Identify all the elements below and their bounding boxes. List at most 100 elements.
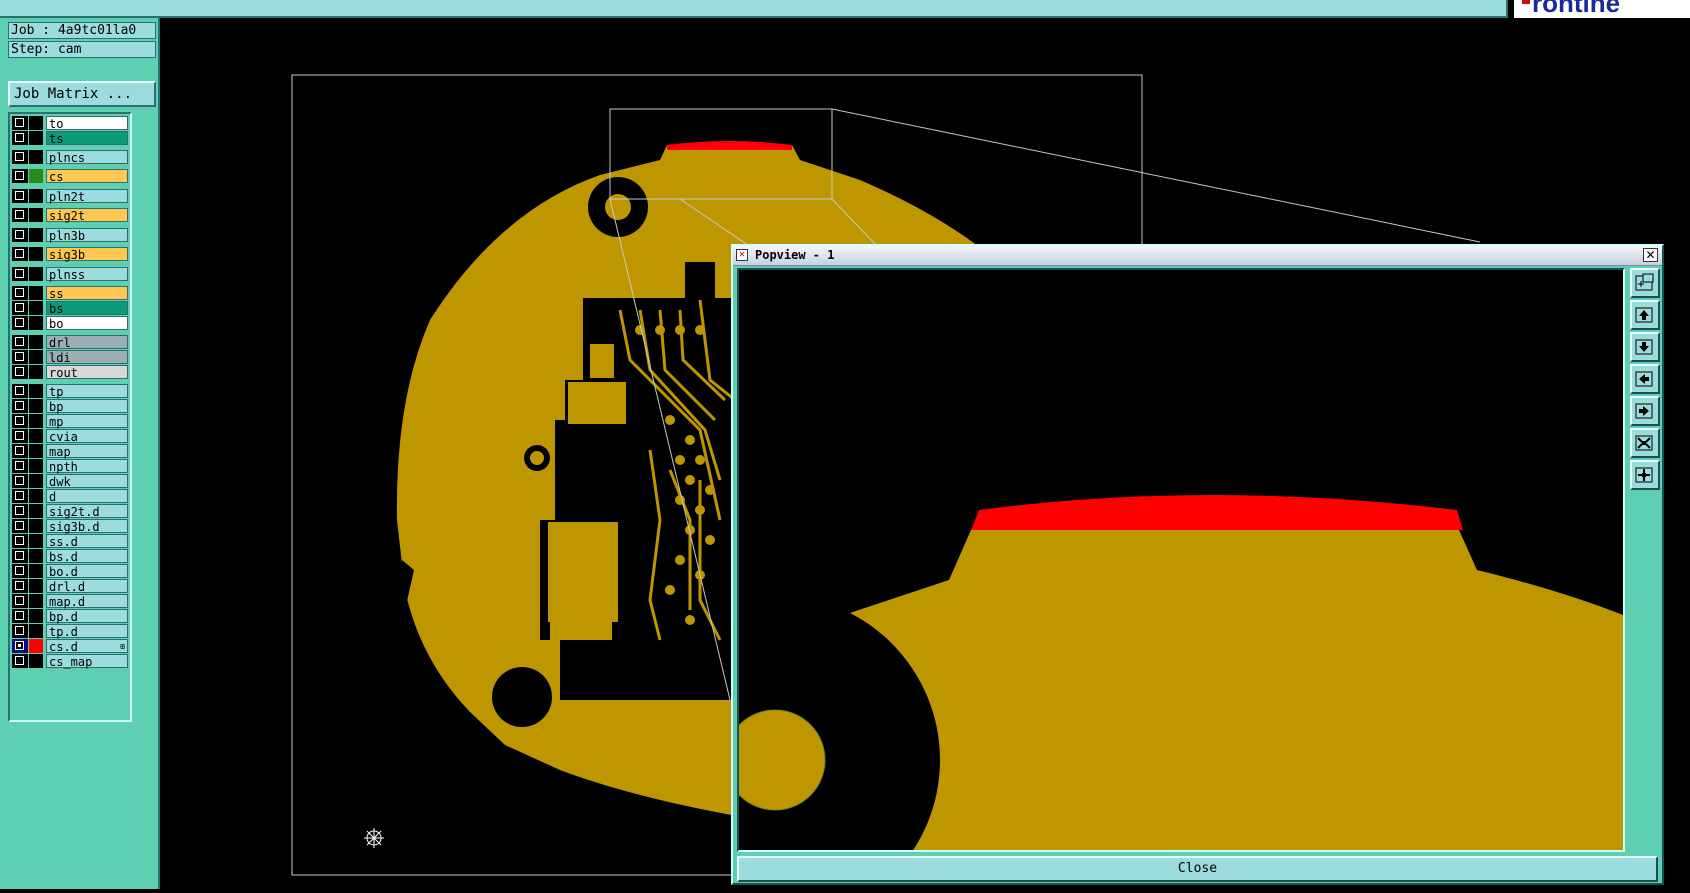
layer-checkbox[interactable] — [15, 536, 24, 545]
layer-checkbox[interactable] — [15, 318, 24, 327]
layer-row[interactable]: bs.d — [12, 549, 130, 564]
layer-row[interactable]: sig3b — [12, 247, 130, 262]
layer-checkbox[interactable] — [15, 288, 24, 297]
layer-color-swatch[interactable] — [29, 208, 43, 222]
layer-checkbox[interactable] — [15, 461, 24, 470]
layer-checkbox[interactable] — [15, 641, 24, 650]
zoom-in-button[interactable] — [1630, 428, 1660, 458]
layer-checkbox[interactable] — [15, 191, 24, 200]
layer-checkbox[interactable] — [15, 551, 24, 560]
layer-name[interactable]: sig3b.d — [46, 519, 128, 534]
layer-color-swatch[interactable] — [29, 384, 43, 398]
zoom-out-button[interactable] — [1630, 460, 1660, 490]
layer-row[interactable]: rout — [12, 365, 130, 380]
layer-row[interactable]: sig3b.d — [12, 519, 130, 534]
layer-row[interactable]: sig2t — [12, 208, 130, 223]
layer-checkbox[interactable] — [15, 596, 24, 605]
layer-checkbox[interactable] — [15, 133, 24, 142]
layer-checkbox[interactable] — [15, 249, 24, 258]
layer-color-swatch[interactable] — [29, 504, 43, 518]
layer-checkbox[interactable] — [15, 152, 24, 161]
layer-row[interactable]: cvia — [12, 429, 130, 444]
layer-checkbox[interactable] — [15, 491, 24, 500]
layer-name[interactable]: tp — [46, 384, 128, 399]
layer-checkbox[interactable] — [15, 446, 24, 455]
layer-row[interactable]: drl — [12, 335, 130, 350]
layer-checkbox[interactable] — [15, 506, 24, 515]
layer-checkbox[interactable] — [15, 269, 24, 278]
layer-name[interactable]: tp.d — [46, 624, 128, 639]
layer-name[interactable]: mp — [46, 414, 128, 429]
layer-color-swatch[interactable] — [29, 594, 43, 608]
close-button[interactable]: Close — [737, 856, 1658, 882]
layer-checkbox[interactable] — [15, 230, 24, 239]
layer-name[interactable]: ts — [46, 131, 128, 146]
layer-row[interactable]: cs.d ⊞ — [12, 639, 130, 654]
layer-color-swatch[interactable] — [29, 624, 43, 638]
layer-row[interactable]: tp.d — [12, 624, 130, 639]
layer-row[interactable]: ts — [12, 131, 130, 146]
layer-row[interactable]: cs — [12, 169, 130, 184]
layer-name[interactable]: pln3b — [46, 228, 128, 243]
layer-color-swatch[interactable] — [29, 169, 43, 183]
layer-color-swatch[interactable] — [29, 150, 43, 164]
layer-color-swatch[interactable] — [29, 286, 43, 300]
layer-color-swatch[interactable] — [29, 654, 43, 668]
layer-row[interactable]: plnss — [12, 267, 130, 282]
layer-name[interactable]: to — [46, 116, 128, 131]
layer-row[interactable]: bp — [12, 399, 130, 414]
pan-left-button[interactable] — [1630, 364, 1660, 394]
layer-name[interactable]: cs — [46, 169, 128, 184]
layer-row[interactable]: tp — [12, 384, 130, 399]
pan-right-button[interactable] — [1630, 396, 1660, 426]
layer-row[interactable]: ldi — [12, 350, 130, 365]
layer-color-swatch[interactable] — [29, 414, 43, 428]
layer-checkbox[interactable] — [15, 476, 24, 485]
layer-checkbox[interactable] — [15, 611, 24, 620]
layer-color-swatch[interactable] — [29, 316, 43, 330]
layer-checkbox[interactable] — [15, 521, 24, 530]
layer-row[interactable]: ss — [12, 286, 130, 301]
layer-color-swatch[interactable] — [29, 564, 43, 578]
layer-color-swatch[interactable] — [29, 639, 43, 653]
pan-down-button[interactable] — [1630, 332, 1660, 362]
layer-checkbox[interactable] — [15, 401, 24, 410]
close-icon[interactable]: ✕ — [1643, 248, 1658, 262]
layer-color-swatch[interactable] — [29, 267, 43, 281]
layer-color-swatch[interactable] — [29, 519, 43, 533]
layer-row[interactable]: drl.d — [12, 579, 130, 594]
layer-name[interactable]: bs — [46, 301, 128, 316]
layer-color-swatch[interactable] — [29, 459, 43, 473]
layer-name[interactable]: rout — [46, 365, 128, 380]
layer-checkbox[interactable] — [15, 352, 24, 361]
layer-name[interactable]: bo — [46, 316, 128, 331]
layer-row[interactable]: ss.d — [12, 534, 130, 549]
layer-name[interactable]: map.d — [46, 594, 128, 609]
layer-name[interactable]: bs.d — [46, 549, 128, 564]
layer-checkbox[interactable] — [15, 431, 24, 440]
layer-name[interactable]: sig2t.d — [46, 504, 128, 519]
layer-color-swatch[interactable] — [29, 189, 43, 203]
popview-window[interactable]: ✕ Popview - 1 ✕ Close — [731, 244, 1664, 885]
layer-checkbox[interactable] — [15, 210, 24, 219]
popview-titlebar[interactable]: ✕ Popview - 1 ✕ — [733, 246, 1662, 266]
layer-color-swatch[interactable] — [29, 579, 43, 593]
layer-name[interactable]: bp — [46, 399, 128, 414]
layer-color-swatch[interactable] — [29, 301, 43, 315]
layer-name[interactable]: map — [46, 444, 128, 459]
layer-row[interactable]: bo — [12, 316, 130, 331]
layer-row[interactable]: bs — [12, 301, 130, 316]
layer-row[interactable]: d — [12, 489, 130, 504]
layer-color-swatch[interactable] — [29, 489, 43, 503]
layer-color-swatch[interactable] — [29, 444, 43, 458]
layer-checkbox[interactable] — [15, 303, 24, 312]
layer-row[interactable]: pln2t — [12, 189, 130, 204]
layer-color-swatch[interactable] — [29, 534, 43, 548]
layer-name[interactable]: d — [46, 489, 128, 504]
layer-name[interactable]: cs.d ⊞ — [46, 639, 128, 654]
layer-name[interactable]: plncs — [46, 150, 128, 165]
layer-row[interactable]: cs_map — [12, 654, 130, 669]
layer-checkbox[interactable] — [15, 581, 24, 590]
layer-name[interactable]: npth — [46, 459, 128, 474]
layer-row[interactable]: map.d — [12, 594, 130, 609]
